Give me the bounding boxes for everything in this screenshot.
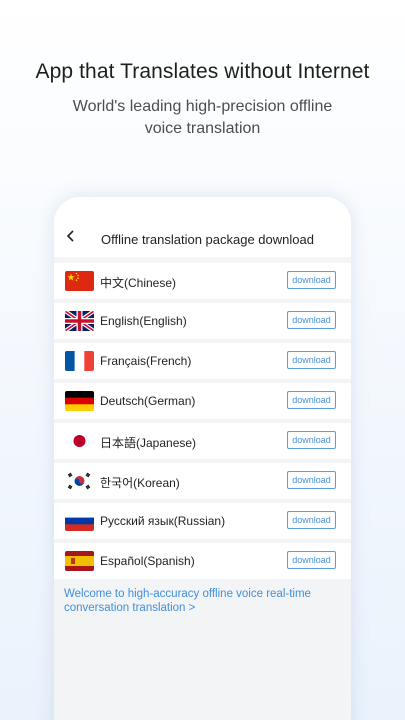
japan-flag-icon: [65, 431, 94, 451]
download-button[interactable]: download: [287, 271, 336, 289]
back-button[interactable]: [60, 225, 82, 247]
language-row-russian: Русский язык(Russian) download: [54, 503, 351, 539]
download-button[interactable]: download: [287, 431, 336, 449]
russia-flag-icon: [65, 511, 94, 531]
page-headline: App that Translates without Internet: [35, 60, 370, 83]
download-button[interactable]: download: [287, 511, 336, 529]
download-button[interactable]: download: [287, 551, 336, 569]
language-row-french: Français(French) download: [54, 343, 351, 379]
language-row-german: Deutsch(German) download: [54, 383, 351, 419]
phone-screen: Offline translation package download 中文(…: [54, 197, 351, 720]
germany-flag-icon: [65, 391, 94, 411]
language-row-spanish: Español(Spanish) download: [54, 543, 351, 579]
language-label: Русский язык(Russian): [100, 514, 226, 528]
language-label: Français(French): [100, 354, 192, 368]
korea-flag-icon: [65, 471, 94, 491]
top-bar: Offline translation package download: [54, 197, 351, 257]
uk-flag-icon: [65, 311, 94, 331]
page-subheadline: World's leading high-precision offline v…: [0, 96, 405, 140]
language-label: English(English): [100, 314, 187, 328]
language-label: 한국어(Korean): [100, 476, 180, 490]
language-label: 日本語(Japanese): [100, 436, 197, 450]
download-button[interactable]: download: [287, 311, 336, 329]
welcome-link[interactable]: Welcome to high-accuracy offline voice r…: [54, 583, 351, 615]
spain-flag-icon: [65, 551, 94, 571]
download-button[interactable]: download: [287, 471, 336, 489]
language-row-english: English(English) download: [54, 303, 351, 339]
language-list: 中文(Chinese) download English(English) do…: [54, 257, 351, 720]
download-button[interactable]: download: [287, 351, 336, 369]
france-flag-icon: [65, 351, 94, 371]
subheadline-line-2: voice translation: [144, 120, 261, 137]
download-button[interactable]: download: [287, 391, 336, 409]
china-flag-icon: [65, 271, 94, 291]
language-row-korean: 한국어(Korean) download: [54, 463, 351, 499]
page-title: Offline translation package download: [101, 232, 314, 247]
language-label: Deutsch(German): [100, 394, 196, 408]
chevron-left-icon: [66, 230, 74, 242]
subheadline-line-1: World's leading high-precision offline: [72, 98, 333, 115]
language-label: 中文(Chinese): [100, 276, 177, 290]
language-row-chinese: 中文(Chinese) download: [54, 263, 351, 299]
language-label: Español(Spanish): [100, 554, 195, 568]
language-row-japanese: 日本語(Japanese) download: [54, 423, 351, 459]
